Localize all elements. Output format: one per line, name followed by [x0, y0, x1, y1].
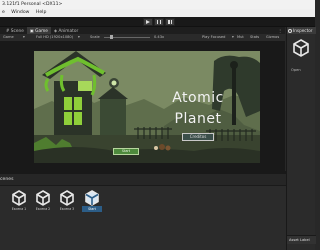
unity-scene-icon [293, 39, 309, 57]
game-title-line1: Atomic [172, 90, 224, 106]
unity-scene-icon [60, 190, 74, 206]
display-caret-icon: ▾ [23, 35, 25, 39]
scale-slider-handle[interactable] [110, 35, 113, 39]
tab-game[interactable]: ▣ Game [27, 27, 51, 34]
animator-icon: ◈ [54, 28, 58, 33]
play-button[interactable] [143, 18, 153, 26]
gizmos-dropdown[interactable]: Gizmos [266, 34, 279, 41]
tab-menu-icon[interactable]: ⋮ [278, 27, 282, 34]
asset-scene-1[interactable]: Escena 1 [9, 190, 29, 212]
menu-item-help[interactable]: Help [36, 10, 46, 15]
display-dropdown[interactable]: Game [3, 34, 14, 41]
window-title: 3.121f1 Personal <DX11> [0, 0, 315, 9]
scale-label: Scale [90, 35, 100, 39]
resolution-dropdown[interactable]: Full HD (1920x1080) [36, 34, 73, 41]
info-icon [288, 28, 292, 33]
gamepad-icon: ▣ [30, 28, 34, 33]
inspector-panel: Inspector Open Asset Label [286, 27, 316, 250]
mute-button[interactable]: Mut [237, 34, 244, 41]
unity-scene-icon [85, 190, 99, 206]
step-button[interactable] [165, 18, 175, 26]
asset-label: Escena 2 [35, 207, 51, 211]
tab-scene[interactable]: # Scene [3, 27, 27, 34]
asset-label: Start [82, 206, 102, 212]
tab-inspector[interactable]: Inspector [287, 27, 316, 34]
pause-button[interactable] [154, 18, 164, 26]
game-view: Atomic Planet Creditos Start [0, 41, 285, 171]
scale-value: 0.43x [154, 35, 165, 39]
stats-button[interactable]: Stats [250, 34, 259, 41]
tab-animator[interactable]: ◈ Animator [51, 27, 81, 34]
resolution-caret-icon: ▾ [78, 35, 80, 39]
asset-scene-2[interactable]: Escena 2 [33, 190, 53, 212]
play-icon [146, 20, 150, 24]
view-tab-bar: # Scene ▣ Game ◈ Animator ⋮ [0, 27, 285, 34]
project-folder-title: cenes [0, 177, 14, 182]
asset-scene-3[interactable]: Escena 3 [57, 190, 77, 212]
game-render[interactable]: Atomic Planet Creditos Start [34, 51, 260, 163]
asset-label: Escena 1 [11, 207, 27, 211]
main-toolbar [0, 17, 315, 27]
credits-button[interactable]: Creditos [182, 133, 214, 141]
asset-labels-header[interactable]: Asset Label [287, 235, 316, 244]
editor-window: 3.121f1 Personal <DX11> e Window Help # … [0, 0, 316, 250]
project-header: cenes [0, 174, 286, 186]
game-title-line2: Planet [174, 111, 222, 127]
start-button[interactable]: Start [113, 148, 139, 155]
menu-bar: e Window Help [0, 9, 315, 17]
play-mode-dropdown[interactable]: Play Focused [202, 34, 225, 41]
project-panel: cenes Escena 1 Escena 2 Escena 3 Start [0, 174, 286, 250]
menu-item-window[interactable]: Window [11, 10, 29, 15]
game-view-toolbar: Game ▾ Full HD (1920x1080) ▾ Scale 0.43x… [0, 34, 285, 41]
game-scene-art [34, 51, 260, 163]
play-mode-caret-icon: ▾ [232, 35, 234, 39]
playback-controls [143, 18, 175, 26]
unity-scene-icon [12, 190, 26, 206]
step-icon [168, 20, 172, 24]
unity-scene-icon [36, 190, 50, 206]
menu-item-edit[interactable]: e [2, 10, 5, 15]
hash-icon: # [6, 28, 10, 33]
pause-icon [157, 20, 161, 24]
asset-label: Escena 3 [59, 207, 75, 211]
asset-scene-start[interactable]: Start [82, 190, 102, 212]
tab-inspector-label: Inspector [293, 28, 313, 33]
open-button[interactable]: Open [291, 68, 301, 72]
